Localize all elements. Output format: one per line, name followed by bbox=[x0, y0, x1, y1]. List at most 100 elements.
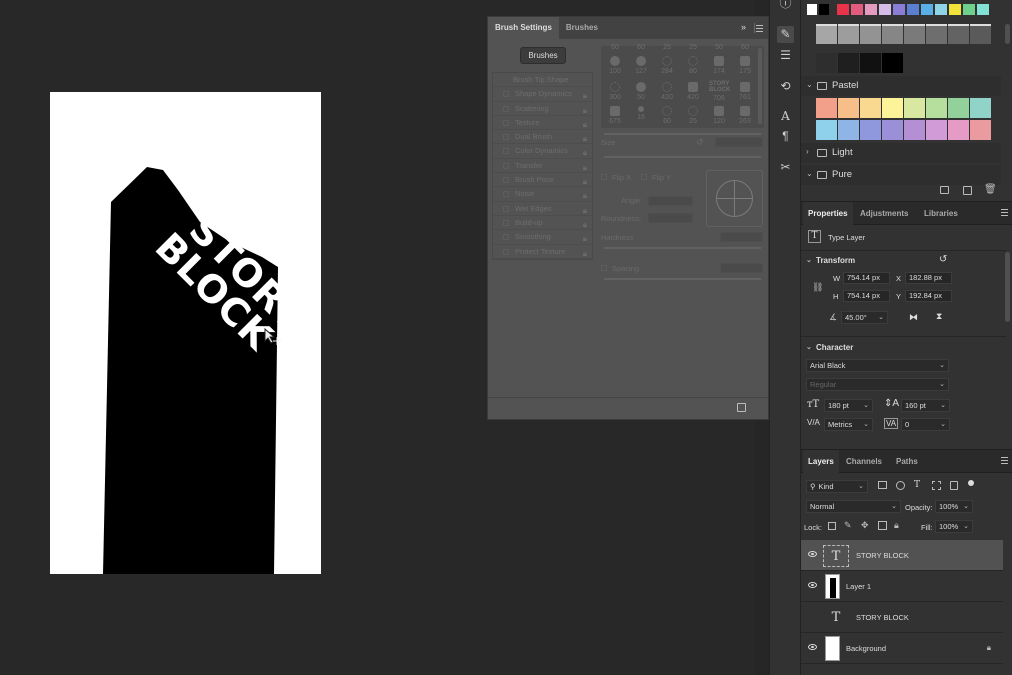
new-group-folder-icon[interactable] bbox=[940, 186, 949, 194]
brush-tip[interactable]: 300 bbox=[603, 80, 627, 106]
option-checkbox[interactable] bbox=[503, 248, 509, 255]
tab-libraries[interactable]: Libraries bbox=[919, 202, 963, 225]
swatch[interactable] bbox=[838, 120, 859, 140]
flip-y-checkbox[interactable]: Flip Y bbox=[641, 173, 671, 182]
reset-size-icon[interactable]: ↺ bbox=[696, 137, 704, 148]
brush-tip[interactable]: 100 bbox=[603, 54, 627, 80]
visibility-eye-icon[interactable] bbox=[808, 582, 817, 588]
brush-option-item[interactable]: Wet Edges 🔒︎ bbox=[493, 202, 592, 216]
visibility-eye-icon[interactable] bbox=[808, 644, 817, 650]
layer-row-background[interactable]: Background 🔒︎ bbox=[801, 633, 1003, 664]
swatch[interactable] bbox=[882, 53, 903, 73]
swatch[interactable] bbox=[851, 4, 863, 15]
tip-grid-resize-handle[interactable] bbox=[604, 133, 761, 135]
swatch[interactable] bbox=[838, 24, 859, 44]
swatch[interactable] bbox=[882, 120, 903, 140]
x-field[interactable]: 182.88 px bbox=[905, 272, 952, 284]
hardness-input[interactable] bbox=[720, 232, 763, 242]
history-icon[interactable]: ⟲ bbox=[777, 78, 794, 95]
lock-all-icon[interactable]: 🔒︎ bbox=[894, 520, 899, 531]
swatch[interactable] bbox=[926, 98, 947, 118]
trash-icon[interactable]: 🗑︎ bbox=[984, 184, 997, 195]
option-checkbox[interactable] bbox=[503, 205, 509, 212]
brush-tip-story-block[interactable]: STORY BLOCK 706 bbox=[707, 80, 731, 106]
brush-option-item[interactable]: Shape Dynamics 🔒︎ bbox=[493, 87, 592, 102]
swatch[interactable] bbox=[865, 4, 877, 15]
brush-settings-icon[interactable]: ✎ bbox=[777, 26, 794, 43]
layer-row-story-block[interactable]: T STORY BLOCK bbox=[801, 540, 1003, 571]
brush-tip[interactable]: 25 bbox=[681, 42, 705, 52]
swatch[interactable] bbox=[904, 24, 925, 44]
swatch[interactable] bbox=[977, 4, 989, 15]
swatch[interactable] bbox=[816, 120, 837, 140]
brush-tip[interactable]: 120 bbox=[707, 104, 731, 130]
brush-tip[interactable]: 761 bbox=[733, 80, 757, 106]
layer-filter-kind[interactable]: ⚲ Kind ⌄ bbox=[806, 480, 868, 493]
paragraph-panel-icon[interactable]: ¶ bbox=[777, 128, 794, 145]
brush-tip[interactable]: 174 bbox=[707, 54, 731, 80]
swatch[interactable] bbox=[935, 4, 947, 15]
swatch[interactable] bbox=[837, 4, 849, 15]
swatch[interactable] bbox=[926, 24, 947, 44]
swatch[interactable] bbox=[860, 53, 881, 73]
brush-tip[interactable]: 80 bbox=[681, 54, 705, 80]
swatch[interactable] bbox=[970, 24, 991, 44]
character-section-header[interactable]: ⌄ Character bbox=[801, 341, 1001, 355]
swatch[interactable] bbox=[893, 4, 905, 15]
brush-tip[interactable]: 263 bbox=[733, 104, 757, 130]
brush-option-item[interactable]: Brush Pose 🔒︎ bbox=[493, 173, 592, 188]
brush-option-item[interactable]: Color Dynamics 🔒︎ bbox=[493, 144, 592, 159]
swatch[interactable] bbox=[948, 120, 969, 140]
brush-tip[interactable]: 60 bbox=[629, 42, 653, 52]
flip-horizontal-icon[interactable]: ⧓ bbox=[909, 312, 918, 323]
angle-input[interactable] bbox=[648, 196, 693, 206]
tab-properties[interactable]: Properties bbox=[803, 202, 853, 225]
brush-option-item[interactable]: Transfer 🔒︎ bbox=[493, 159, 592, 174]
brush-tip[interactable]: 60 bbox=[603, 42, 627, 52]
swatch[interactable] bbox=[816, 98, 837, 118]
swatch-group-pure[interactable]: ⌄ Pure bbox=[801, 165, 1001, 185]
height-field[interactable]: 754.14 px bbox=[843, 290, 890, 302]
layers-menu-icon[interactable] bbox=[1001, 457, 1008, 464]
swatch[interactable] bbox=[860, 98, 881, 118]
visibility-eye-icon[interactable] bbox=[808, 551, 817, 557]
swatch[interactable] bbox=[948, 98, 969, 118]
leading-field[interactable]: 160 pt ⌄ bbox=[901, 399, 950, 412]
tab-adjustments[interactable]: Adjustments bbox=[855, 202, 913, 225]
spacing-input[interactable] bbox=[720, 263, 763, 273]
font-family-select[interactable]: Arial Black ⌄ bbox=[806, 359, 949, 372]
brush-option-item[interactable]: Smoothing 🔒︎ bbox=[493, 230, 592, 245]
swatch[interactable] bbox=[816, 53, 837, 73]
brush-tip-shape-item[interactable]: Brush Tip Shape bbox=[493, 73, 592, 88]
swatch[interactable] bbox=[963, 4, 975, 15]
brush-option-item[interactable]: Protect Texture 🔒︎ bbox=[493, 245, 592, 259]
brush-option-item[interactable]: Dual Brush 🔒︎ bbox=[493, 130, 592, 145]
flip-x-checkbox[interactable]: Flip X bbox=[601, 173, 631, 182]
brushes-button[interactable]: Brushes bbox=[520, 47, 566, 64]
tool-presets-icon[interactable]: ✂ bbox=[777, 159, 794, 176]
layer-row-layer-1[interactable]: Layer 1 bbox=[801, 571, 1003, 602]
tracking-field[interactable]: 0 ⌄ bbox=[901, 418, 950, 431]
brush-tip[interactable]: 25 bbox=[681, 104, 705, 130]
option-checkbox[interactable] bbox=[503, 134, 509, 141]
fill-field[interactable]: 100% ⌄ bbox=[935, 520, 973, 533]
new-swatch-icon[interactable] bbox=[963, 186, 972, 195]
y-field[interactable]: 192.84 px bbox=[905, 290, 952, 302]
brush-tip[interactable]: 60 bbox=[655, 104, 679, 130]
filter-adjustment-icon[interactable] bbox=[896, 481, 905, 490]
brush-option-item[interactable]: Noise 🔒︎ bbox=[493, 187, 592, 202]
opacity-field[interactable]: 100% ⌄ bbox=[935, 500, 973, 513]
brush-tip[interactable]: 60 bbox=[733, 42, 757, 52]
size-slider[interactable] bbox=[604, 156, 761, 158]
swatch[interactable] bbox=[882, 98, 903, 118]
brush-tip[interactable]: 420 bbox=[655, 80, 679, 106]
swatches-scrollbar[interactable] bbox=[1005, 24, 1010, 44]
swatch[interactable] bbox=[838, 53, 859, 73]
brush-tip[interactable]: 50 bbox=[629, 80, 653, 106]
option-checkbox[interactable] bbox=[503, 234, 509, 241]
reset-transform-icon[interactable]: ↺ bbox=[939, 254, 947, 265]
swatch[interactable] bbox=[860, 120, 881, 140]
tab-channels[interactable]: Channels bbox=[841, 450, 887, 473]
spacing-slider[interactable] bbox=[604, 278, 761, 280]
font-size-field[interactable]: 180 pt ⌄ bbox=[824, 399, 873, 412]
